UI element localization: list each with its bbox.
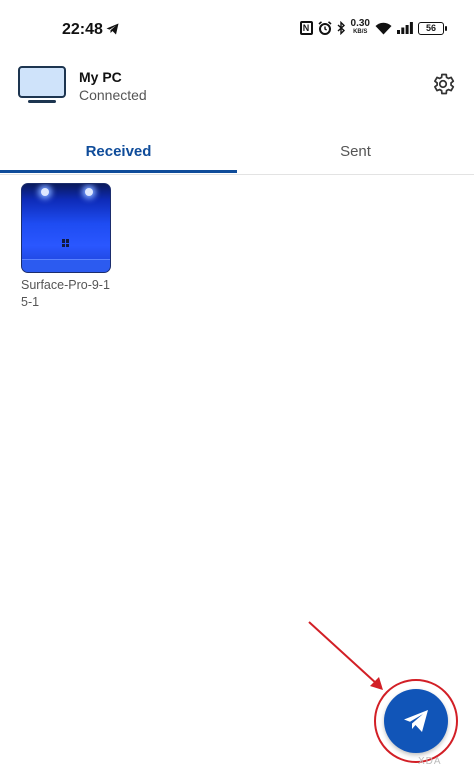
monitor-icon — [18, 66, 66, 103]
windows-logo-icon — [62, 239, 70, 247]
file-thumbnail[interactable] — [21, 183, 111, 273]
device-name: My PC — [79, 69, 122, 85]
device-status: Connected — [79, 87, 147, 103]
file-name: Surface-Pro-9-15-1 — [21, 278, 110, 309]
network-speed: 0.30 KB/S — [350, 18, 370, 36]
tab-bar: Received Sent — [0, 128, 474, 175]
alarm-icon — [318, 21, 332, 35]
status-bar: 22:48 N 0.30 KB/S 56 — [0, 0, 474, 60]
watermark: XDA — [418, 756, 442, 767]
status-time: 22:48 — [62, 21, 103, 38]
device-header: My PC Connected — [0, 60, 474, 116]
send-icon — [404, 710, 428, 732]
nfc-icon: N — [299, 21, 313, 35]
telegram-icon — [106, 23, 119, 35]
tab-indicator — [0, 170, 237, 173]
wifi-icon — [375, 22, 392, 34]
battery-icon: 56 — [418, 21, 447, 35]
status-icons: N 0.30 KB/S 56 — [299, 18, 447, 36]
tab-sent[interactable]: Sent — [237, 128, 474, 174]
gear-icon — [434, 73, 455, 95]
file-item[interactable]: Surface-Pro-9-15-1 — [21, 183, 113, 311]
signal-icon — [397, 22, 413, 34]
annotation-arrow — [308, 621, 383, 690]
network-speed-value: 0.30 — [350, 18, 370, 29]
network-speed-unit: KB/S — [353, 29, 368, 35]
send-button[interactable] — [384, 689, 448, 753]
bluetooth-icon — [337, 21, 345, 35]
settings-button[interactable] — [426, 67, 460, 101]
tab-received[interactable]: Received — [0, 128, 237, 174]
